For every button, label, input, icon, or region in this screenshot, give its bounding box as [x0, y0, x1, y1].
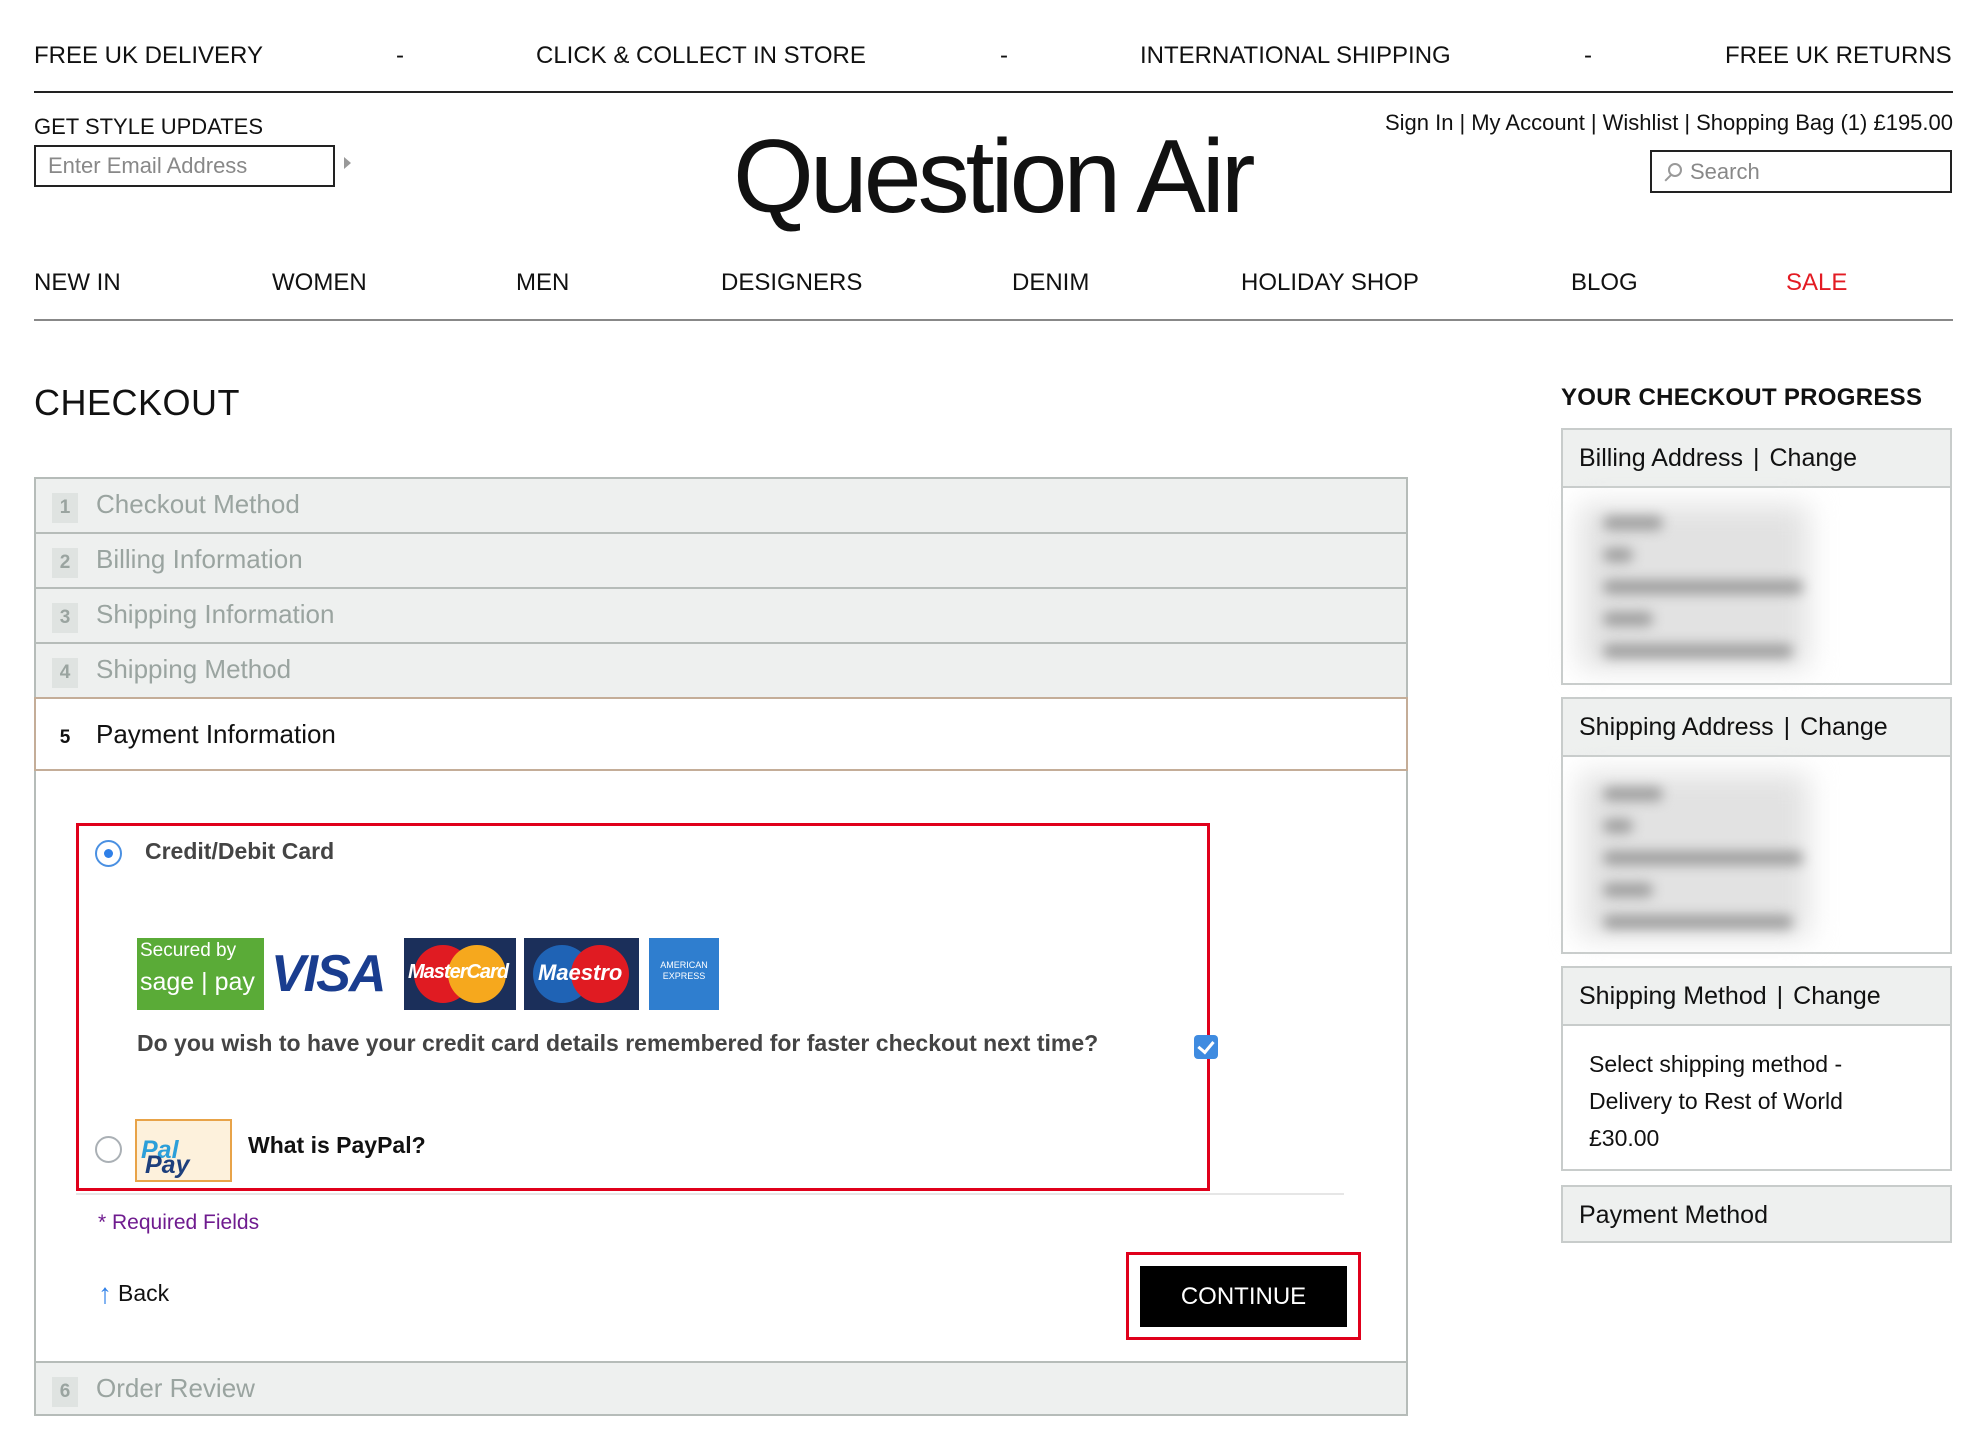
email-signup-input[interactable]: [34, 145, 335, 187]
sign-in-link[interactable]: Sign In: [1385, 110, 1454, 135]
progress-heading: Payment Method: [1579, 1201, 1768, 1229]
nav-women[interactable]: WOMEN: [272, 269, 367, 297]
progress-heading: Shipping Address: [1579, 713, 1774, 741]
progress-header: Shipping Method | Change: [1563, 968, 1950, 1026]
step-number: 3: [52, 603, 78, 633]
step-billing-information[interactable]: 2 Billing Information: [34, 532, 1408, 587]
payment-options-highlight: Credit/Debit Card Secured by sage | pay …: [76, 823, 1218, 1191]
progress-header: Billing Address | Change: [1563, 430, 1950, 488]
nav-new-in[interactable]: NEW IN: [34, 269, 121, 297]
step-label: Billing Information: [96, 544, 303, 574]
progress-shipping-method: Shipping Method | Change Select shipping m…: [1561, 966, 1952, 1171]
maestro-text: Maestro: [538, 960, 623, 985]
page-title: CHECKOUT: [34, 382, 241, 423]
sagepay-secured-text: Secured by: [140, 940, 237, 961]
nav-holiday-shop[interactable]: HOLIDAY SHOP: [1241, 269, 1419, 297]
up-arrow-icon: ↑: [98, 1278, 112, 1309]
promo-bar: FREE UK DELIVERY - CLICK & COLLECT IN ST…: [34, 42, 1953, 82]
progress-heading: Shipping Method: [1579, 982, 1767, 1010]
back-link[interactable]: ↑ Back: [98, 1278, 169, 1310]
sagepay-brand-text: sage | pay: [140, 968, 255, 996]
brand-logo[interactable]: Question Air: [733, 118, 1256, 237]
search-icon: [1668, 163, 1682, 177]
step-label: Shipping Information: [96, 599, 335, 629]
progress-separator: |: [1783, 713, 1791, 741]
search-box[interactable]: [1650, 150, 1952, 193]
card-option-label: Credit/Debit Card: [145, 838, 335, 864]
search-input[interactable]: [1690, 158, 1940, 186]
link-separator: |: [1590, 110, 1597, 135]
checkout-steps: 1 Checkout Method 2 Billing Information …: [34, 477, 1408, 1416]
step-number: 6: [52, 1377, 78, 1407]
panel-divider: [76, 1193, 1344, 1195]
step-number: 4: [52, 658, 78, 688]
maestro-logo: Maestro: [524, 938, 639, 1010]
card-radio[interactable]: [95, 840, 122, 867]
paypal-logo-pay: Pay: [145, 1151, 190, 1179]
mastercard-text: MasterCard: [408, 961, 509, 983]
promo-separator: -: [1584, 42, 1592, 69]
step-number: 2: [52, 548, 78, 578]
nav-denim[interactable]: DENIM: [1012, 269, 1089, 297]
nav-men[interactable]: MEN: [516, 269, 569, 297]
link-separator: |: [1684, 110, 1691, 135]
visa-logo: VISA: [271, 945, 386, 1003]
wishlist-link[interactable]: Wishlist: [1603, 110, 1679, 135]
progress-shipping-address: Shipping Address | Change: [1561, 697, 1952, 954]
step-label: Checkout Method: [96, 489, 300, 519]
step-checkout-method[interactable]: 1 Checkout Method: [34, 477, 1408, 532]
change-shipping-address-link[interactable]: Change: [1800, 713, 1888, 741]
link-separator: |: [1459, 110, 1466, 135]
checkout-progress-title: YOUR CHECKOUT PROGRESS: [1561, 384, 1923, 411]
email-submit-arrow-icon[interactable]: [344, 157, 351, 169]
payment-panel: Credit/Debit Card Secured by sage | pay …: [34, 771, 1408, 1361]
promo-separator: -: [396, 42, 404, 69]
header-rule: [34, 91, 1953, 93]
remember-card-checkbox[interactable]: [1194, 1035, 1218, 1059]
shopping-bag-link[interactable]: Shopping Bag (1) £195.00: [1696, 110, 1953, 135]
nav-rule: [34, 319, 1953, 321]
sagepay-logo: Secured by sage | pay: [137, 938, 264, 1010]
required-fields-note: * Required Fields: [98, 1211, 260, 1234]
promo-delivery: FREE UK DELIVERY: [34, 42, 263, 69]
step-shipping-method[interactable]: 4 Shipping Method: [34, 642, 1408, 697]
step-label: Shipping Method: [96, 654, 292, 684]
progress-billing-address: Billing Address | Change: [1561, 428, 1952, 685]
progress-separator: |: [1776, 982, 1784, 1010]
what-is-paypal-link[interactable]: What is PayPal?: [248, 1132, 426, 1159]
change-billing-link[interactable]: Change: [1769, 444, 1857, 472]
continue-button[interactable]: CONTINUE: [1140, 1266, 1347, 1327]
amex-logo: AMERICAN EXPRESS: [649, 938, 719, 1010]
promo-separator: -: [1000, 42, 1008, 69]
progress-header: Shipping Address | Change: [1563, 699, 1950, 757]
progress-separator: |: [1752, 444, 1760, 472]
shipping-method-details: Select shipping method - Delivery to Res…: [1589, 1051, 1843, 1151]
step-label: Payment Information: [96, 719, 336, 749]
step-payment-information: 5 Payment Information: [34, 697, 1408, 771]
promo-collect: CLICK & COLLECT IN STORE: [536, 42, 866, 69]
style-updates-label: GET STYLE UPDATES: [34, 114, 264, 139]
remember-card-label: Do you wish to have your credit card det…: [137, 1030, 1099, 1056]
step-order-review[interactable]: 6 Order Review: [34, 1361, 1408, 1416]
step-number: 5: [59, 727, 71, 748]
step-shipping-information[interactable]: 3 Shipping Information: [34, 587, 1408, 642]
back-label: Back: [118, 1280, 170, 1306]
nav-blog[interactable]: BLOG: [1571, 269, 1638, 297]
paypal-radio[interactable]: [95, 1136, 122, 1163]
step-label: Order Review: [96, 1373, 255, 1403]
paypal-logo: Pay Pal: [135, 1119, 232, 1182]
progress-heading: Billing Address: [1579, 444, 1743, 472]
nav-sale[interactable]: SALE: [1786, 269, 1847, 297]
my-account-link[interactable]: My Account: [1471, 110, 1585, 135]
main-nav: NEW IN WOMEN MEN DESIGNERS DENIM HOLIDAY…: [34, 269, 1953, 309]
mastercard-logo: MasterCard: [404, 938, 516, 1010]
promo-shipping: INTERNATIONAL SHIPPING: [1140, 42, 1451, 69]
nav-designers[interactable]: DESIGNERS: [721, 269, 862, 297]
step-number: 1: [52, 493, 78, 523]
promo-returns: FREE UK RETURNS: [1725, 42, 1952, 69]
progress-header: Payment Method: [1563, 1187, 1950, 1241]
progress-payment-method: Payment Method: [1561, 1185, 1952, 1243]
change-shipping-method-link[interactable]: Change: [1793, 982, 1881, 1010]
account-links: Sign In | My Account | Wishlist | Shopping Bag…: [1385, 110, 1953, 136]
